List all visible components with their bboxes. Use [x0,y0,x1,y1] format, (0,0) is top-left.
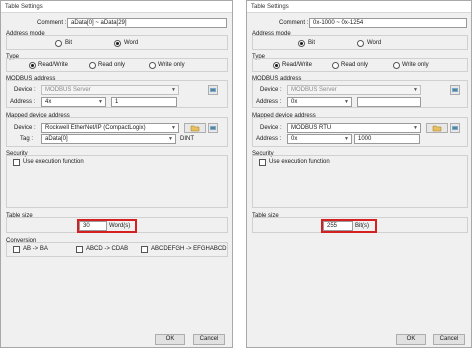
conv-abcdefgh-checkbox[interactable] [141,246,148,253]
use-exec-checkbox[interactable] [259,159,266,166]
comment-input[interactable]: 0x-1000 ~ 0x-1254 [309,18,467,28]
ok-button[interactable]: OK [396,334,426,345]
conv-ab-label: AB -> BA [23,246,48,252]
modbus-address-type-value: 4x [45,99,52,105]
use-exec-label: Use execution function [269,159,330,165]
type-readwrite-radio[interactable] [273,62,280,69]
ok-button[interactable]: OK [155,334,185,345]
comment-label: Comment : [279,20,309,26]
settings-icon [210,88,216,92]
mapped-address-type-select[interactable]: 0x ▼ [287,134,352,144]
chevron-down-icon: ▼ [413,125,418,131]
cancel-button[interactable]: Cancel [193,334,225,345]
device-settings-button[interactable] [208,85,218,95]
settings-icon [452,88,458,92]
modbus-address-type-select[interactable]: 0x ▼ [287,97,352,107]
device-open-button[interactable] [426,123,448,133]
mode-word-label: Word [124,40,139,46]
modbus-address-input[interactable]: 1 [111,97,177,107]
tag-type: DINT [180,136,194,142]
chevron-down-icon: ▼ [171,125,176,131]
table-size-highlight [321,219,377,233]
type-readonly-label: Read only [341,62,369,68]
mapped-device-value: Rockwell EtherNet/IP (CompactLogix) [45,125,146,131]
use-exec-checkbox[interactable] [13,159,20,166]
tag-label: Tag : [20,136,34,142]
modbus-device-label: Device : [260,87,282,93]
mapped-device-label: Device : [260,125,282,131]
comment-value: aData[0] ~ aData[29] [71,20,127,26]
tag-select[interactable]: aData[0] ▼ [41,134,176,144]
mode-bit-label: Bit [308,40,316,46]
mapped-address-value: 1000 [358,136,372,142]
type-writeonly-label: Write only [402,62,429,68]
mode-word-radio[interactable] [357,40,364,47]
conv-ab-checkbox[interactable] [13,246,20,253]
mapped-device-label: Device : [14,125,36,131]
type-readonly-radio[interactable] [332,62,339,69]
settings-icon [452,126,458,130]
chevron-down-icon: ▼ [168,136,173,142]
mapped-address-field-label: Address : [256,136,282,142]
modbus-address-value: 1 [115,99,119,105]
modbus-address-type-value: 0x [291,99,298,105]
folder-icon [190,125,200,132]
settings-icon [210,126,216,130]
mode-bit-radio[interactable] [55,40,62,47]
modbus-address-type-select[interactable]: 4x ▼ [41,97,106,107]
chevron-down-icon: ▼ [413,87,418,93]
conv-abcd-label: ABCD -> CDAB [86,246,129,252]
mode-bit-radio[interactable] [298,40,305,47]
modbus-device-select[interactable]: MODBUS Server ▼ [287,85,421,95]
type-writeonly-label: Write only [158,62,185,68]
table-settings-dialog-right: Table Settings Comment : 0x-1000 ~ 0x-12… [246,0,472,348]
comment-input[interactable]: aData[0] ~ aData[29] [67,18,227,28]
type-readwrite-label: Read/Write [38,62,68,68]
mapped-device-select[interactable]: Rockwell EtherNet/IP (CompactLogix) ▼ [41,123,179,133]
modbus-device-select[interactable]: MODBUS Server ▼ [41,85,179,95]
conv-abcd-checkbox[interactable] [76,246,83,253]
chevron-down-icon: ▼ [98,99,103,105]
chevron-down-icon: ▼ [171,87,176,93]
modbus-address-field-label: Address : [256,99,282,105]
comment-value: 0x-1000 ~ 0x-1254 [313,20,364,26]
mapped-device-select[interactable]: MODBUS RTU ▼ [287,123,421,133]
type-readwrite-radio[interactable] [29,62,36,69]
folder-icon [432,125,442,132]
type-writeonly-radio[interactable] [149,62,156,69]
tag-value: aData[0] [45,136,68,142]
modbus-device-value: MODBUS Server [291,87,337,93]
device-settings-button[interactable] [450,85,460,95]
modbus-device-label: Device : [14,87,36,93]
table-size-highlight [77,219,137,233]
comment-label: Comment : [37,20,67,26]
conv-abcdefgh-label: ABCDEFGH -> EFGHABCD [151,246,227,252]
modbus-address-field-label: Address : [10,99,36,105]
mode-word-label: Word [367,40,382,46]
dialog-title: Table Settings [247,1,471,13]
mapped-address-input[interactable]: 1000 [354,134,420,144]
table-settings-dialog-left: Table Settings Comment : aData[0] ~ aDat… [0,0,233,348]
mapped-device-settings-button[interactable] [450,123,460,133]
mode-word-radio[interactable] [114,40,121,47]
mapped-address-type-value: 0x [291,136,298,142]
mode-bit-label: Bit [65,40,73,46]
use-exec-label: Use execution function [23,159,84,165]
dialog-title: Table Settings [1,1,232,13]
modbus-address-input[interactable] [357,97,421,107]
cancel-button[interactable]: Cancel [433,334,465,345]
type-readonly-radio[interactable] [89,62,96,69]
type-readonly-label: Read only [98,62,126,68]
mapped-device-value: MODBUS RTU [291,125,332,131]
mapped-device-settings-button[interactable] [208,123,218,133]
modbus-device-value: MODBUS Server [45,87,91,93]
device-open-button[interactable] [184,123,206,133]
type-writeonly-radio[interactable] [393,62,400,69]
chevron-down-icon: ▼ [344,136,349,142]
type-readwrite-label: Read/Write [282,62,312,68]
chevron-down-icon: ▼ [344,99,349,105]
